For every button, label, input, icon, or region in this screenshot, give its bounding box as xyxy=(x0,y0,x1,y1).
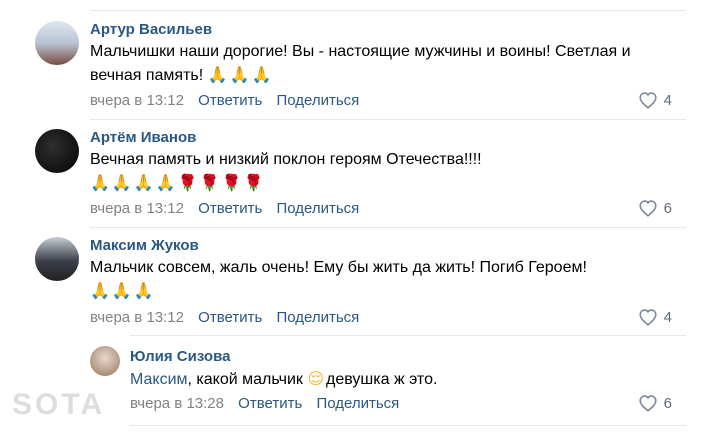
mention-link[interactable]: Максим xyxy=(130,371,188,388)
comment-time[interactable]: вчера в 13:12 xyxy=(90,92,184,109)
reply-author[interactable]: Юлия Сизова xyxy=(130,348,230,365)
divider xyxy=(90,10,686,11)
divider xyxy=(90,227,686,228)
like-button[interactable]: 4 xyxy=(638,308,672,326)
comment-meta: вчера в 13:12 Ответить Поделиться xyxy=(90,92,359,109)
comment-body: Вечная память и низкий поклон героям Оте… xyxy=(90,151,482,168)
heart-icon xyxy=(639,200,657,217)
like-count: 6 xyxy=(663,394,672,412)
heart-icon xyxy=(639,309,657,326)
comment-text: Вечная память и низкий поклон героям Оте… xyxy=(90,148,655,196)
reply-body: , какой мальчик xyxy=(187,371,303,388)
comment-meta: вчера в 13:12 Ответить Поделиться xyxy=(90,200,359,217)
comment-author[interactable]: Максим Жуков xyxy=(90,237,199,254)
avatar[interactable] xyxy=(35,237,79,281)
relieved-face-emoji-icon: 😌 xyxy=(307,371,327,388)
avatar[interactable] xyxy=(90,346,120,376)
reply-button[interactable]: Ответить xyxy=(198,92,262,109)
reply-body-end: девушка ж это. xyxy=(326,371,438,388)
comment-text: Мальчик совсем, жаль очень! Ему бы жить … xyxy=(90,256,655,304)
comment-body: Мальчик совсем, жаль очень! Ему бы жить … xyxy=(90,259,587,276)
like-button[interactable]: 6 xyxy=(638,394,672,412)
avatar[interactable] xyxy=(35,129,79,173)
like-count: 6 xyxy=(663,199,672,217)
comment-meta: вчера в 13:12 Ответить Поделиться xyxy=(90,309,359,326)
comment-author[interactable]: Артур Васильев xyxy=(90,21,212,38)
like-count: 4 xyxy=(663,308,672,326)
comments-list: Артур Васильев Мальчишки наши дорогие! В… xyxy=(0,0,710,437)
comment-author[interactable]: Артём Иванов xyxy=(90,129,196,146)
pray-rose-emoji-icon: 🙏🙏🙏🙏🌹🌹🌹🌹 xyxy=(90,175,266,192)
heart-icon xyxy=(639,395,657,412)
comment-time[interactable]: вчера в 13:12 xyxy=(90,309,184,326)
divider xyxy=(130,335,686,336)
like-count: 4 xyxy=(663,91,672,109)
heart-icon xyxy=(639,92,657,109)
avatar[interactable] xyxy=(35,21,79,65)
reply-button[interactable]: Ответить xyxy=(238,395,302,412)
pray-emoji-icon: 🙏🙏🙏 xyxy=(90,283,156,300)
like-button[interactable]: 6 xyxy=(638,199,672,217)
watermark-logo: SOTA xyxy=(12,388,106,421)
divider xyxy=(90,119,686,120)
share-button[interactable]: Поделиться xyxy=(276,92,359,109)
divider xyxy=(130,425,686,426)
share-button[interactable]: Поделиться xyxy=(276,200,359,217)
like-button[interactable]: 4 xyxy=(638,91,672,109)
share-button[interactable]: Поделиться xyxy=(276,309,359,326)
share-button[interactable]: Поделиться xyxy=(316,395,399,412)
reply-time[interactable]: вчера в 13:28 xyxy=(130,395,224,412)
comment-text: Мальчишки наши дорогие! Вы - настоящие м… xyxy=(90,40,655,88)
comment-time[interactable]: вчера в 13:12 xyxy=(90,200,184,217)
reply-meta: вчера в 13:28 Ответить Поделиться xyxy=(130,395,399,412)
reply-button[interactable]: Ответить xyxy=(198,309,262,326)
reply-text: Максим, какой мальчик 😌девушка ж это. xyxy=(130,368,650,392)
pray-emoji-icon: 🙏🙏🙏 xyxy=(207,67,274,84)
reply-button[interactable]: Ответить xyxy=(198,200,262,217)
comment-body: Мальчишки наши дорогие! Вы - настоящие м… xyxy=(90,43,631,84)
